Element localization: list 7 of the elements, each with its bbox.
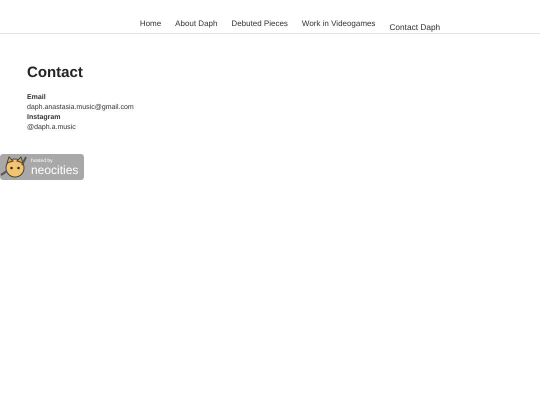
nav-link[interactable]: Work in Videogames — [302, 19, 376, 28]
nav-link[interactable]: Contact Daph — [389, 22, 440, 32]
nav-link[interactable]: About Daph — [175, 19, 218, 28]
page-heading: Contact — [27, 64, 84, 81]
nav-link[interactable]: Home — [140, 19, 162, 28]
nav-link[interactable]: Debuted Pieces — [231, 19, 288, 28]
badge-title: neocities — [31, 164, 78, 176]
